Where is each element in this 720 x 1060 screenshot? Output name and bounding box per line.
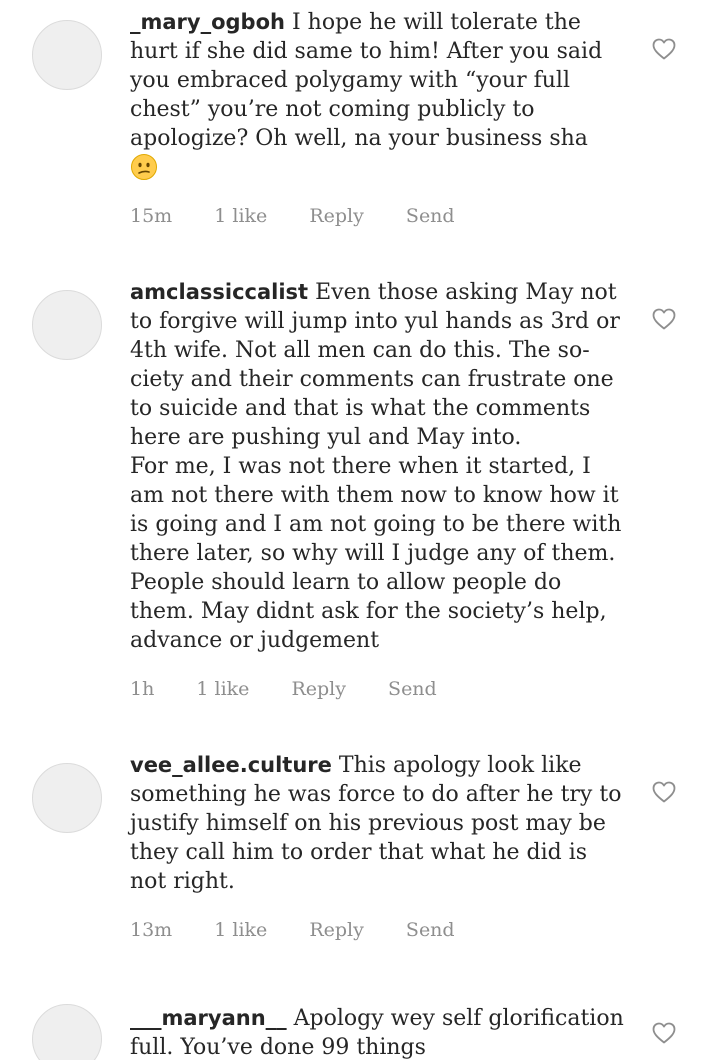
heart-outline-icon[interactable] — [652, 1022, 676, 1044]
heart-outline-icon[interactable] — [652, 38, 676, 60]
comment-like-count[interactable]: 1 like — [214, 205, 267, 227]
comment-username[interactable]: ___maryann__ — [130, 1006, 287, 1030]
send-button[interactable]: Send — [388, 678, 437, 700]
comment-item: ___maryann__ Apology wey self glorificat… — [0, 1004, 720, 1060]
comment-text-continued: For me, I was not there when it started,… — [130, 454, 622, 653]
heart-outline-icon[interactable] — [652, 781, 676, 803]
comment-like-count[interactable]: 1 like — [196, 678, 249, 700]
avatar[interactable] — [32, 763, 102, 833]
comment-body: _mary_ogboh I hope he will tolerate the … — [130, 8, 624, 184]
comment-body: amclassiccalist Even those asking May no… — [130, 278, 624, 655]
send-button[interactable]: Send — [406, 919, 455, 941]
comment-time: 1h — [130, 678, 155, 700]
comment-username[interactable]: vee_allee.culture — [130, 753, 332, 777]
comment-text: Even those asking May not to forgive wil… — [130, 280, 620, 450]
comment-meta: 15m 1 like Reply Send — [130, 205, 491, 227]
comment-username[interactable]: amclassiccalist — [130, 280, 308, 304]
comment-body: ___maryann__ Apology wey self glorificat… — [130, 1004, 624, 1060]
reply-button[interactable]: Reply — [309, 919, 364, 941]
comment-list: _mary_ogboh I hope he will tolerate the … — [0, 0, 720, 1060]
confused-face-emoji — [131, 154, 157, 180]
comment-username[interactable]: _mary_ogboh — [130, 10, 285, 34]
comment-like-count[interactable]: 1 like — [214, 919, 267, 941]
reply-button[interactable]: Reply — [291, 678, 346, 700]
avatar[interactable] — [32, 20, 102, 90]
comment-meta: 13m 1 like Reply Send — [130, 919, 491, 941]
send-button[interactable]: Send — [406, 205, 455, 227]
comment-body: vee_allee.culture This apology look like… — [130, 751, 624, 896]
comment-time: 13m — [130, 919, 173, 941]
comment-meta: 1h 1 like Reply Send — [130, 678, 473, 700]
heart-outline-icon[interactable] — [652, 308, 676, 330]
comment-time: 15m — [130, 205, 173, 227]
avatar[interactable] — [32, 290, 102, 360]
reply-button[interactable]: Reply — [309, 205, 364, 227]
avatar[interactable] — [32, 1004, 102, 1060]
